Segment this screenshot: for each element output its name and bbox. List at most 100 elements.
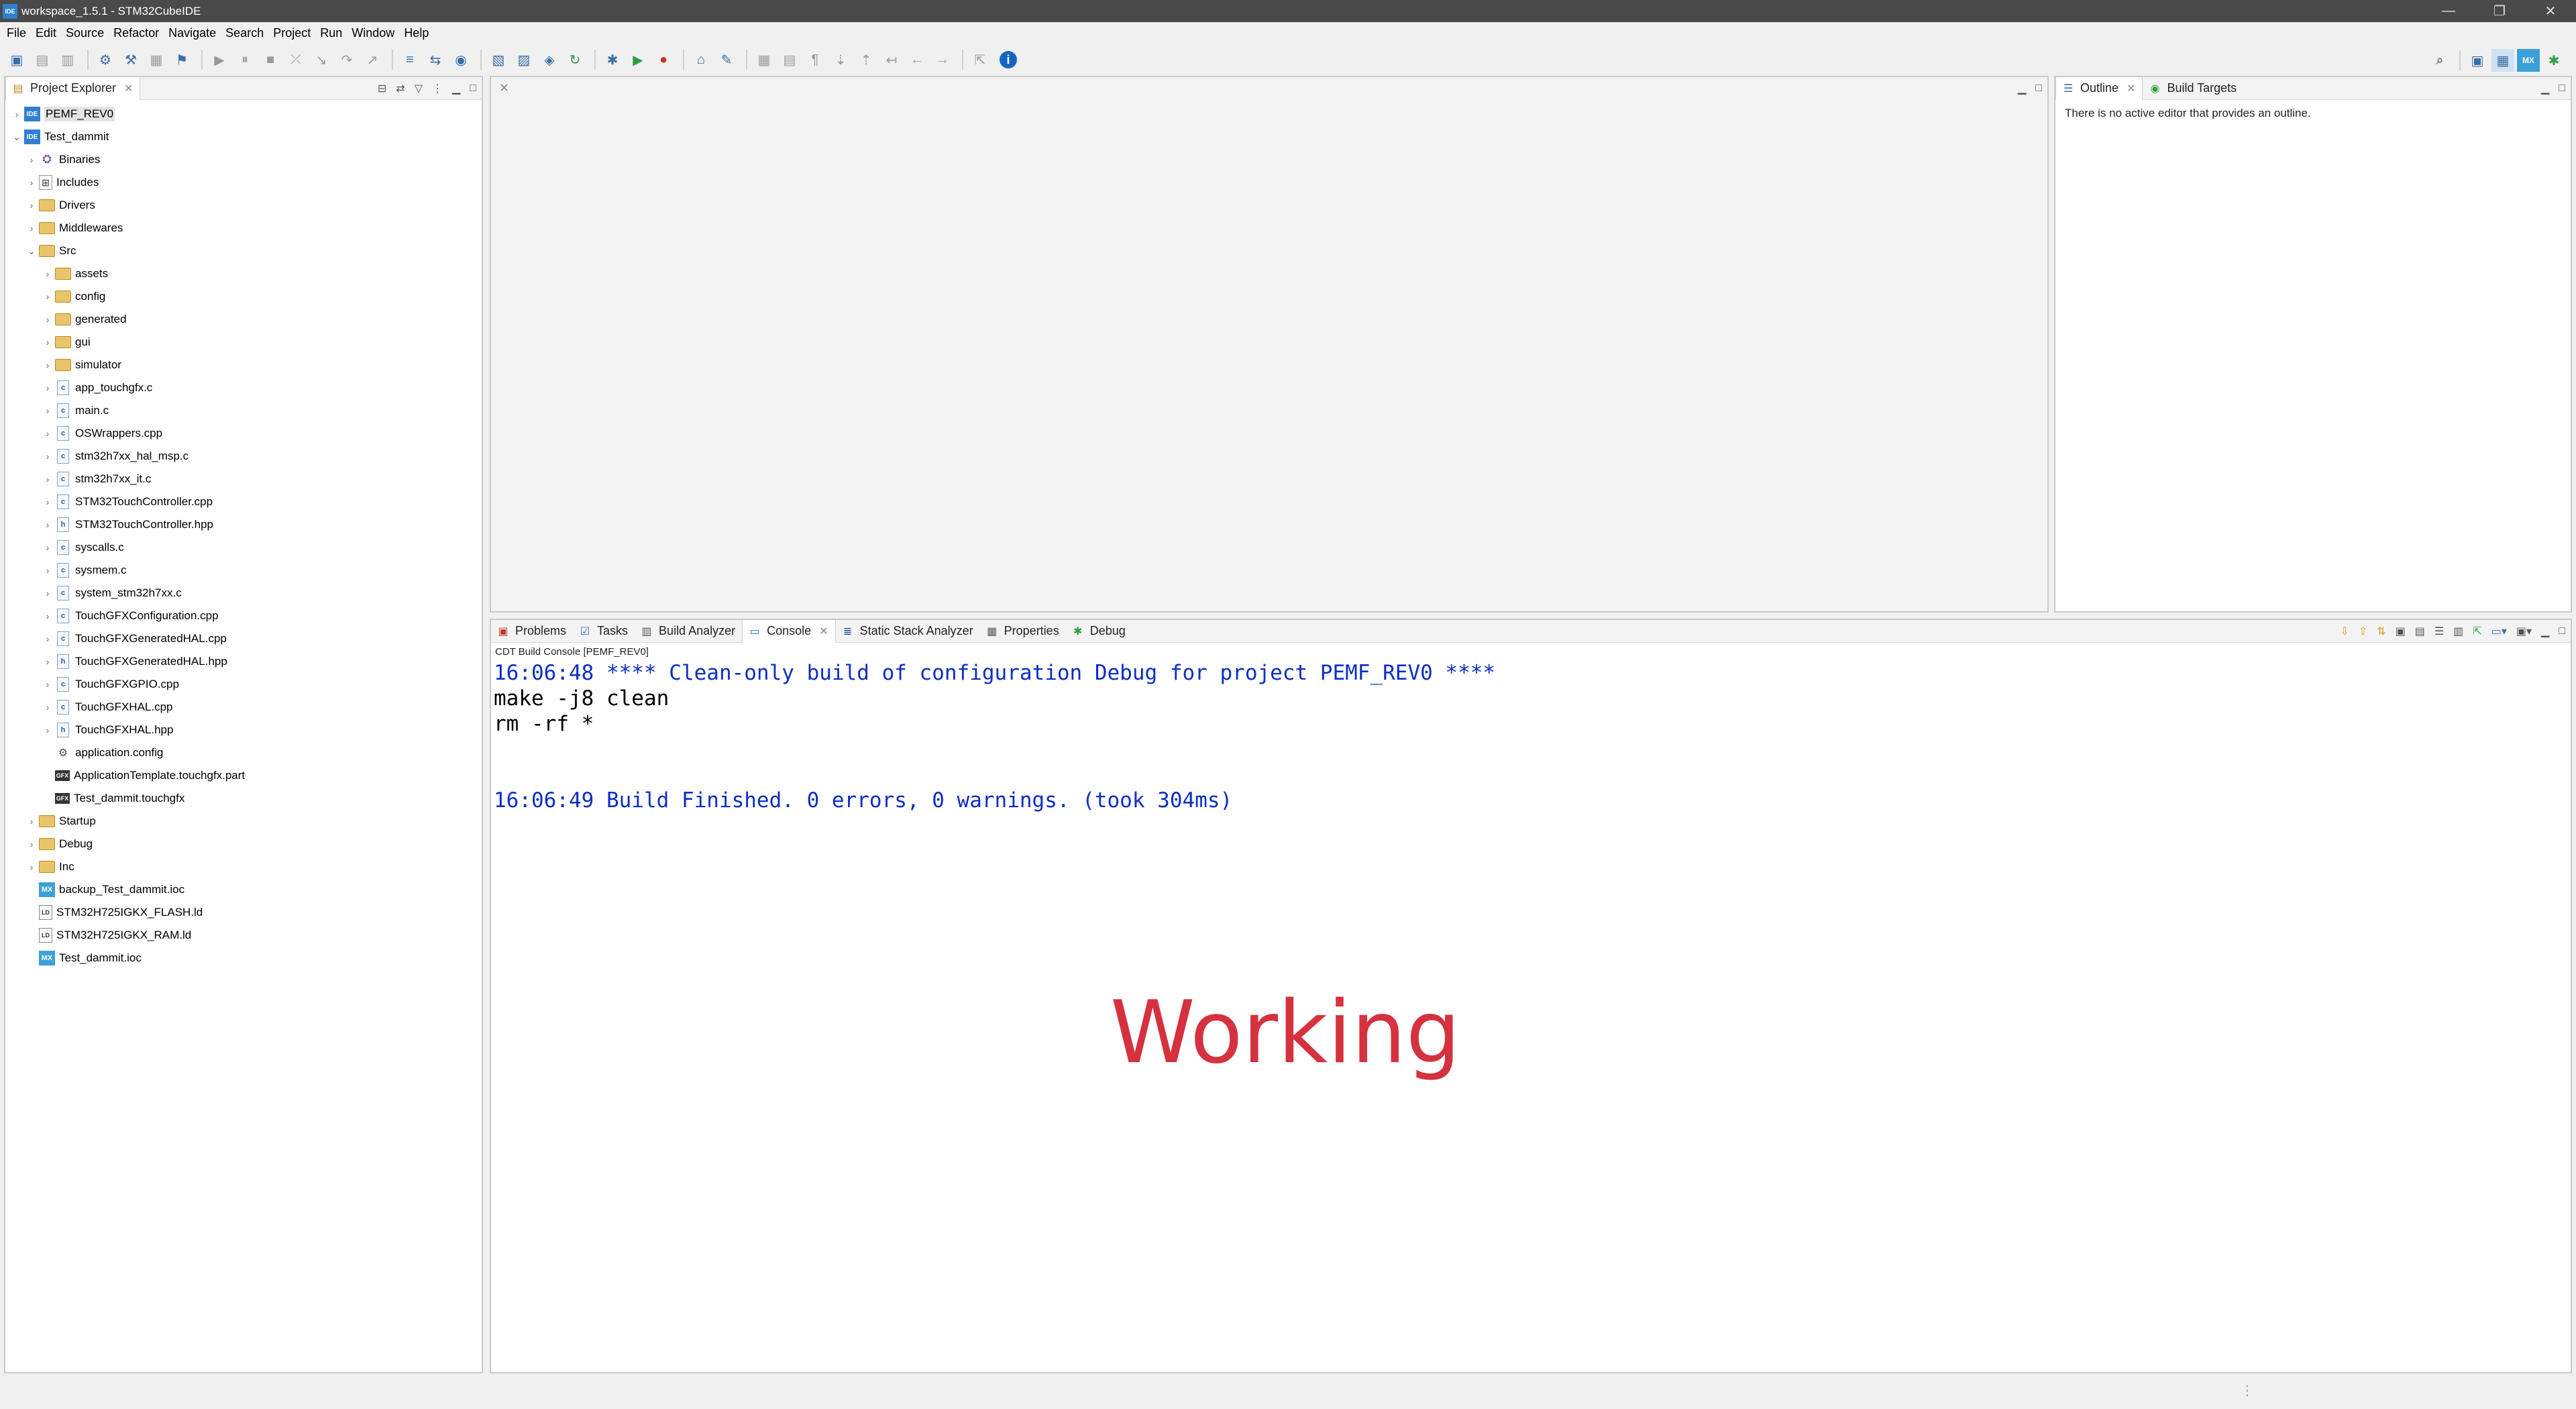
new-class-icon[interactable]: ◈ <box>538 48 561 71</box>
tree-item[interactable]: › c syscalls.c <box>5 536 482 559</box>
instruction-stepping-icon[interactable]: ≡ <box>398 48 421 71</box>
collapse-chevron-icon[interactable]: › <box>40 268 55 279</box>
debug-config-icon[interactable]: ⚑ <box>170 48 193 71</box>
tree-item[interactable]: › ⛭ Binaries <box>5 148 482 171</box>
close-window-button[interactable]: ✕ <box>2525 0 2576 22</box>
search-tool-icon[interactable]: ✎ <box>715 48 738 71</box>
close-icon[interactable]: ✕ <box>124 82 133 95</box>
tree-item[interactable]: › c stm32h7xx_it.c <box>5 468 482 490</box>
collapse-chevron-icon[interactable]: › <box>40 519 55 530</box>
step-into-icon[interactable]: ↘ <box>310 48 333 71</box>
menu-refactor[interactable]: Refactor <box>109 26 164 40</box>
tree-item[interactable]: › c TouchGFXGeneratedHAL.cpp <box>5 627 482 650</box>
pin-console-icon[interactable]: ⇱ <box>2473 625 2481 638</box>
collapse-all-icon[interactable]: ⊟ <box>378 82 386 95</box>
back-icon[interactable]: ← <box>906 48 928 71</box>
tree-item[interactable]: › ⊞ Includes <box>5 171 482 194</box>
display-console-icon[interactable]: ▭▾ <box>2491 625 2507 638</box>
tree-item[interactable]: GFX Test_dammit.touchgfx <box>5 787 482 810</box>
terminate-icon[interactable]: ■ <box>259 48 282 71</box>
tab-build-targets[interactable]: ◉ Build Targets <box>2143 77 2243 100</box>
scroll-lock-down-icon[interactable]: ⇩ <box>2340 625 2349 638</box>
build-settings-icon[interactable]: ⚙ <box>94 48 117 71</box>
collapse-chevron-icon[interactable]: › <box>24 839 39 849</box>
toggle-block-icon[interactable]: ▤ <box>778 48 801 71</box>
collapse-chevron-icon[interactable]: › <box>24 816 39 827</box>
tree-item[interactable]: › c system_stm32h7xx.c <box>5 582 482 605</box>
remove-launch-icon[interactable]: ▥ <box>2453 625 2463 638</box>
previous-annotation-icon[interactable]: ⇡ <box>855 48 877 71</box>
collapse-chevron-icon[interactable]: › <box>40 565 55 576</box>
collapse-chevron-icon[interactable]: › <box>24 200 39 211</box>
collapse-chevron-icon[interactable]: › <box>40 382 55 393</box>
build-console-toggle-icon[interactable]: ⇅ <box>2377 625 2385 638</box>
tree-item[interactable]: › c TouchGFXHAL.cpp <box>5 696 482 719</box>
build-all-icon[interactable]: ▦ <box>145 48 168 71</box>
maximize-view-icon[interactable]: □ <box>2035 83 2042 95</box>
build-hammer-icon[interactable]: ⚒ <box>119 48 142 71</box>
minimize-view-icon[interactable]: ▁ <box>452 82 460 95</box>
tree-item[interactable]: › c app_touchgfx.c <box>5 376 482 399</box>
tab-problems[interactable]: ▣ Problems <box>491 620 573 643</box>
link-with-editor-icon[interactable]: ⇄ <box>396 82 405 95</box>
collapse-chevron-icon[interactable]: › <box>24 862 39 872</box>
tree-item[interactable]: › gui <box>5 331 482 354</box>
collapse-chevron-icon[interactable]: › <box>40 611 55 621</box>
tab-project-explorer[interactable]: ▤ Project Explorer ✕ <box>5 76 141 100</box>
collapse-chevron-icon[interactable]: › <box>40 337 55 348</box>
tree-item[interactable]: LD STM32H725IGKX_FLASH.ld <box>5 901 482 924</box>
step-return-icon[interactable]: ↗ <box>361 48 384 71</box>
menu-window[interactable]: Window <box>347 26 400 40</box>
minimize-view-icon[interactable]: ▁ <box>2541 82 2549 95</box>
tree-item[interactable]: › h TouchGFXGeneratedHAL.hpp <box>5 650 482 673</box>
tab-outline[interactable]: ☰ Outline ✕ <box>2055 76 2143 100</box>
tab-build-analyzer[interactable]: ▥ Build Analyzer <box>635 620 742 643</box>
next-annotation-icon[interactable]: ⇣ <box>829 48 852 71</box>
collapse-chevron-icon[interactable]: › <box>24 177 39 188</box>
collapse-chevron-icon[interactable]: › <box>40 360 55 370</box>
minimize-button[interactable]: — <box>2423 0 2474 22</box>
collapse-chevron-icon[interactable]: › <box>40 542 55 553</box>
tab-tasks[interactable]: ☑ Tasks <box>573 620 635 643</box>
menu-run[interactable]: Run <box>316 26 347 40</box>
minimize-view-icon[interactable]: ▁ <box>2018 82 2026 95</box>
tree-item[interactable]: GFX ApplicationTemplate.touchgfx.part <box>5 764 482 787</box>
tree-item[interactable]: MX Test_dammit.ioc <box>5 947 482 970</box>
collapse-chevron-icon[interactable]: › <box>40 291 55 302</box>
copy-output-icon[interactable]: ▣ <box>2396 625 2406 638</box>
console-output[interactable]: 16:06:48 **** Clean-only build of config… <box>494 660 2551 1355</box>
info-icon[interactable]: i <box>1000 51 1017 68</box>
tree-item[interactable]: › assets <box>5 262 482 285</box>
tab-static-stack-analyzer[interactable]: ≣ Static Stack Analyzer <box>836 620 980 643</box>
tree-item[interactable]: › Drivers <box>5 194 482 217</box>
clear-console-icon[interactable]: ▤ <box>2415 625 2425 638</box>
tree-item[interactable]: › h STM32TouchController.hpp <box>5 513 482 536</box>
menu-navigate[interactable]: Navigate <box>164 26 221 40</box>
new-c-project-icon[interactable]: ▧ <box>487 48 510 71</box>
tree-item[interactable]: › generated <box>5 308 482 331</box>
tree-item[interactable]: LD STM32H725IGKX_RAM.ld <box>5 924 482 947</box>
expand-chevron-icon[interactable]: ⌄ <box>9 132 24 143</box>
pin-editor-icon[interactable]: ⇱ <box>969 48 991 71</box>
new-icon[interactable]: ▣ <box>5 48 28 71</box>
open-console-icon[interactable]: ▣▾ <box>2516 625 2532 638</box>
menu-help[interactable]: Help <box>400 26 434 40</box>
disconnect-icon[interactable]: ⤫ <box>284 48 307 71</box>
tree-item[interactable]: › c STM32TouchController.cpp <box>5 490 482 513</box>
collapse-chevron-icon[interactable]: › <box>40 633 55 644</box>
collapse-chevron-icon[interactable]: › <box>9 109 24 119</box>
menu-edit[interactable]: Edit <box>32 26 62 40</box>
tree-item[interactable]: › c main.c <box>5 399 482 422</box>
external-tools-icon[interactable]: ● <box>652 48 675 71</box>
search-icon[interactable]: ⌕ <box>2428 49 2451 72</box>
collapse-chevron-icon[interactable]: › <box>40 474 55 484</box>
collapse-chevron-icon[interactable]: › <box>40 405 55 416</box>
collapse-chevron-icon[interactable]: › <box>24 223 39 233</box>
word-wrap-icon[interactable]: ☰ <box>2434 625 2444 638</box>
maximize-view-icon[interactable]: □ <box>470 83 476 95</box>
use-step-filters-icon[interactable]: ⇆ <box>424 48 447 71</box>
run-icon[interactable]: ▶ <box>627 48 649 71</box>
tree-item[interactable]: ⚙ application.config <box>5 741 482 764</box>
mx-perspective-icon[interactable]: MX <box>2517 49 2540 72</box>
tree-item[interactable]: › IDE PEMF_REV0 <box>5 103 482 125</box>
